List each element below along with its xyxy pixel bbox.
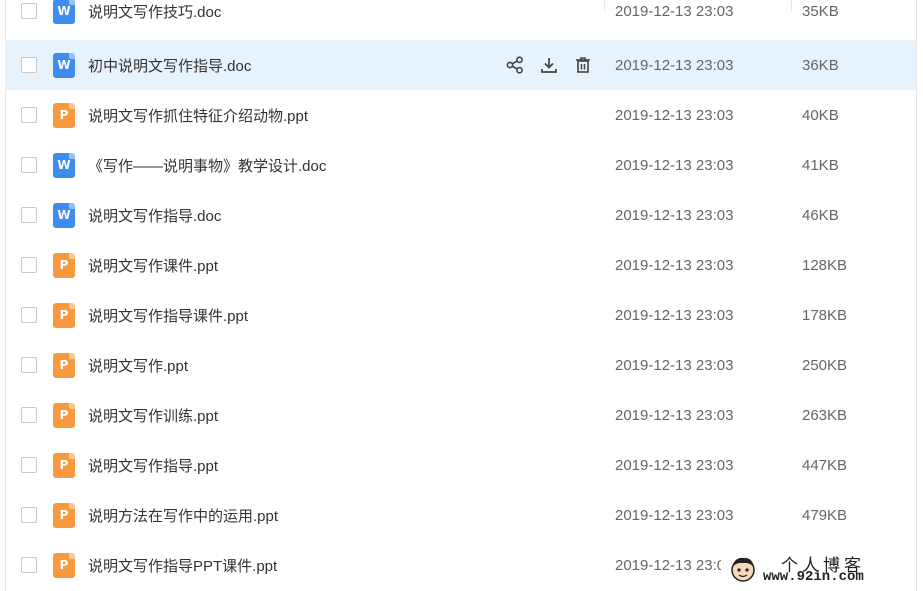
file-name[interactable]: 说明文写作课件.ppt xyxy=(88,255,218,276)
file-size: 263KB xyxy=(802,406,848,424)
word-file-icon: W xyxy=(53,202,75,228)
watermark-url: www.92in.com xyxy=(763,569,864,585)
share-icon[interactable] xyxy=(505,55,525,75)
file-name[interactable]: 初中说明文写作指导.doc xyxy=(88,55,251,76)
word-file-icon: W xyxy=(53,0,75,24)
powerpoint-file-icon: P xyxy=(53,452,75,478)
file-row[interactable]: P 说明文写作.ppt 2019-12-13 23:03 250KB xyxy=(5,340,916,390)
file-row[interactable]: P 说明文写作课件.ppt 2019-12-13 23:03 128KB xyxy=(5,240,916,290)
row-checkbox[interactable] xyxy=(21,3,37,19)
powerpoint-file-icon: P xyxy=(53,352,75,378)
file-type-letter: W xyxy=(57,207,71,222)
file-row[interactable]: W 说明文写作技巧.doc 2019-12-13 23:03 35KB xyxy=(5,0,916,30)
file-size: 46KB xyxy=(802,206,839,224)
powerpoint-file-icon: P xyxy=(53,102,75,128)
delete-icon[interactable] xyxy=(573,55,593,75)
file-name[interactable]: 说明文写作抓住特征介绍动物.ppt xyxy=(88,105,308,126)
row-checkbox[interactable] xyxy=(21,357,37,373)
file-name[interactable]: 说明文写作指导.doc xyxy=(88,205,221,226)
file-date: 2019-12-13 23:03 xyxy=(615,156,734,174)
watermark: 个人博客 www.92in.com xyxy=(721,551,909,587)
file-row[interactable]: W 《写作——说明事物》教学设计.doc 2019-12-13 23:03 41KB xyxy=(5,140,916,190)
file-name[interactable]: 说明文写作指导PPT课件.ppt xyxy=(88,555,277,576)
file-size: 41KB xyxy=(802,156,839,174)
file-date: 2019-12-13 23:03 xyxy=(615,306,734,324)
file-size: 35KB xyxy=(802,2,839,20)
file-size: 36KB xyxy=(802,56,839,74)
file-type-letter: P xyxy=(59,107,69,122)
file-row[interactable]: P 说明方法在写作中的运用.ppt 2019-12-13 23:03 479KB xyxy=(5,490,916,540)
file-size: 447KB xyxy=(802,456,848,474)
file-row[interactable]: W 说明文写作指导.doc 2019-12-13 23:03 46KB xyxy=(5,190,916,240)
file-type-letter: W xyxy=(57,157,71,172)
file-size: 40KB xyxy=(802,106,839,124)
row-checkbox[interactable] xyxy=(21,457,37,473)
row-checkbox[interactable] xyxy=(21,557,37,573)
file-size: 250KB xyxy=(802,356,848,374)
file-size: 479KB xyxy=(802,506,848,524)
file-date: 2019-12-13 23:03 xyxy=(615,256,734,274)
row-checkbox[interactable] xyxy=(21,407,37,423)
file-size: 128KB xyxy=(802,256,848,274)
file-row[interactable]: P 说明文写作指导课件.ppt 2019-12-13 23:03 178KB xyxy=(5,290,916,340)
powerpoint-file-icon: P xyxy=(53,402,75,428)
row-checkbox[interactable] xyxy=(21,207,37,223)
file-name[interactable]: 说明文写作训练.ppt xyxy=(88,405,218,426)
powerpoint-file-icon: P xyxy=(53,552,75,578)
file-row[interactable]: P 说明文写作抓住特征介绍动物.ppt 2019-12-13 23:03 40KB xyxy=(5,90,916,140)
file-row[interactable]: W 初中说明文写作指导.doc 2019-12-13 23:03 36KB xyxy=(5,40,916,90)
file-date: 2019-12-13 23:03 xyxy=(615,406,734,424)
powerpoint-file-icon: P xyxy=(53,502,75,528)
word-file-icon: W xyxy=(53,52,75,78)
file-type-letter: W xyxy=(57,57,71,72)
file-name[interactable]: 说明文写作技巧.doc xyxy=(88,1,221,22)
file-type-letter: P xyxy=(59,507,69,522)
file-date: 2019-12-13 23:03 xyxy=(615,2,734,20)
file-row[interactable]: P 说明文写作指导.ppt 2019-12-13 23:03 447KB xyxy=(5,440,916,490)
file-type-letter: P xyxy=(59,457,69,472)
file-type-letter: W xyxy=(57,3,71,18)
row-checkbox[interactable] xyxy=(21,507,37,523)
file-type-letter: P xyxy=(59,407,69,422)
row-checkbox[interactable] xyxy=(21,57,37,73)
file-date: 2019-12-13 23:03 xyxy=(615,556,734,574)
row-checkbox[interactable] xyxy=(21,307,37,323)
file-date: 2019-12-13 23:03 xyxy=(615,206,734,224)
row-checkbox[interactable] xyxy=(21,107,37,123)
word-file-icon: W xyxy=(53,152,75,178)
file-date: 2019-12-13 23:03 xyxy=(615,56,734,74)
file-type-letter: P xyxy=(59,257,69,272)
file-name[interactable]: 说明文写作.ppt xyxy=(88,355,188,376)
file-date: 2019-12-13 23:03 xyxy=(615,106,734,124)
powerpoint-file-icon: P xyxy=(53,302,75,328)
file-type-letter: P xyxy=(59,557,69,572)
avatar-icon xyxy=(731,557,755,582)
file-name[interactable]: 《写作——说明事物》教学设计.doc xyxy=(88,155,326,176)
file-type-letter: P xyxy=(59,307,69,322)
file-size: 178KB xyxy=(802,306,848,324)
row-actions xyxy=(505,55,593,75)
file-row[interactable]: P 说明文写作训练.ppt 2019-12-13 23:03 263KB xyxy=(5,390,916,440)
row-checkbox[interactable] xyxy=(21,257,37,273)
file-name[interactable]: 说明文写作指导课件.ppt xyxy=(88,305,248,326)
file-name[interactable]: 说明方法在写作中的运用.ppt xyxy=(88,505,278,526)
file-type-letter: P xyxy=(59,357,69,372)
file-name[interactable]: 说明文写作指导.ppt xyxy=(88,455,218,476)
file-date: 2019-12-13 23:03 xyxy=(615,506,734,524)
powerpoint-file-icon: P xyxy=(53,252,75,278)
file-date: 2019-12-13 23:03 xyxy=(615,356,734,374)
file-date: 2019-12-13 23:03 xyxy=(615,456,734,474)
download-icon[interactable] xyxy=(539,55,559,75)
row-checkbox[interactable] xyxy=(21,157,37,173)
